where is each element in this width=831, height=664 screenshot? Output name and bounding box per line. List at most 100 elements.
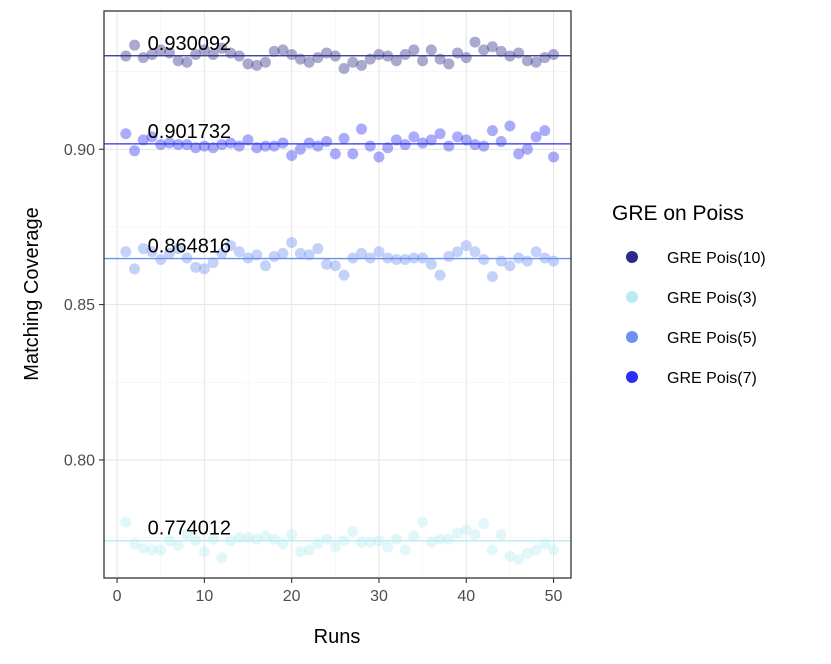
data-point <box>382 541 394 553</box>
data-point <box>198 546 210 558</box>
data-point <box>408 44 420 56</box>
data-point <box>181 56 193 68</box>
data-point <box>129 145 141 157</box>
x-tick-label: 20 <box>283 588 301 605</box>
data-point <box>312 243 324 255</box>
mean-annotation: 0.774012 <box>148 518 231 540</box>
x-tick-label: 10 <box>195 588 213 605</box>
data-point <box>469 36 481 48</box>
data-point <box>259 56 271 68</box>
data-point <box>242 134 254 146</box>
data-point <box>434 269 446 281</box>
data-point <box>338 132 350 144</box>
data-point <box>408 530 420 542</box>
legend-key <box>626 291 638 303</box>
legend-key <box>626 251 638 263</box>
y-tick-label: 0.90 <box>64 142 95 159</box>
data-point <box>129 39 141 51</box>
data-point <box>356 123 368 135</box>
data-point <box>434 128 446 140</box>
data-point <box>382 142 394 154</box>
data-point <box>504 120 516 132</box>
data-point <box>373 151 385 163</box>
data-point <box>478 518 490 530</box>
data-point <box>425 44 437 56</box>
legend-label: GRE Pois(7) <box>667 370 757 387</box>
mean-annotation: 0.930092 <box>148 33 231 55</box>
data-point <box>460 52 472 64</box>
data-point <box>521 255 533 267</box>
y-tick-label: 0.85 <box>64 297 95 314</box>
data-point <box>329 148 341 160</box>
data-point <box>548 544 560 556</box>
data-point <box>390 533 402 545</box>
data-point <box>207 257 219 269</box>
y-axis-ticks: 0.80 0.85 0.90 <box>64 142 104 469</box>
y-axis-title: Matching Coverage <box>21 207 43 380</box>
mean-annotation: 0.864816 <box>148 236 231 258</box>
data-point <box>338 535 350 547</box>
data-point <box>321 533 333 545</box>
data-point <box>548 48 560 60</box>
data-point <box>347 148 359 160</box>
data-point <box>329 50 341 62</box>
x-tick-label: 0 <box>113 588 122 605</box>
data-point <box>425 258 437 270</box>
data-point <box>120 516 132 528</box>
data-point <box>364 140 376 152</box>
data-point <box>129 263 141 275</box>
y-tick-label: 0.80 <box>64 452 95 469</box>
legend: GRE on Poiss GRE Pois(10) GRE Pois(3) GRE … <box>612 202 766 387</box>
data-point <box>172 539 184 551</box>
x-axis-title: Runs <box>314 626 361 648</box>
data-point <box>120 128 132 140</box>
data-point <box>216 552 228 564</box>
data-point <box>277 538 289 550</box>
mean-annotation: 0.901732 <box>148 121 231 143</box>
data-point <box>155 544 167 556</box>
data-point <box>486 125 498 137</box>
data-point <box>469 529 481 541</box>
legend-key <box>626 331 638 343</box>
x-axis-ticks: 0 10 20 30 40 50 <box>113 578 563 605</box>
legend-key <box>626 371 638 383</box>
data-point <box>486 544 498 556</box>
data-point <box>338 269 350 281</box>
x-tick-label: 50 <box>545 588 563 605</box>
data-point <box>495 529 507 541</box>
x-tick-label: 40 <box>457 588 475 605</box>
data-point <box>277 137 289 149</box>
data-point <box>443 58 455 70</box>
data-point <box>233 50 245 62</box>
data-point <box>478 254 490 266</box>
scatter-chart: 0.930092 0.774012 0.864816 0.901732 0 10 20 30… <box>21 10 766 648</box>
data-point <box>478 140 490 152</box>
data-point <box>469 246 481 258</box>
x-tick-label: 30 <box>370 588 388 605</box>
data-point <box>251 249 263 261</box>
data-point <box>513 47 525 59</box>
data-point <box>120 50 132 62</box>
data-point <box>443 140 455 152</box>
legend-label: GRE Pois(3) <box>667 290 757 307</box>
data-point <box>417 55 429 67</box>
data-point <box>548 151 560 163</box>
data-point <box>521 143 533 155</box>
data-point <box>495 135 507 147</box>
data-point <box>329 260 341 272</box>
data-point <box>321 135 333 147</box>
legend-label: GRE Pois(5) <box>667 330 757 347</box>
data-point <box>286 529 298 541</box>
data-point <box>277 247 289 259</box>
data-point <box>259 260 271 272</box>
plot-panel <box>104 11 571 578</box>
data-point <box>539 125 551 137</box>
legend-label: GRE Pois(10) <box>667 250 766 267</box>
data-point <box>504 260 516 272</box>
data-point <box>548 255 560 267</box>
data-point <box>486 271 498 283</box>
data-point <box>286 236 298 248</box>
data-point <box>120 246 132 258</box>
data-point <box>347 525 359 537</box>
data-point <box>399 139 411 151</box>
